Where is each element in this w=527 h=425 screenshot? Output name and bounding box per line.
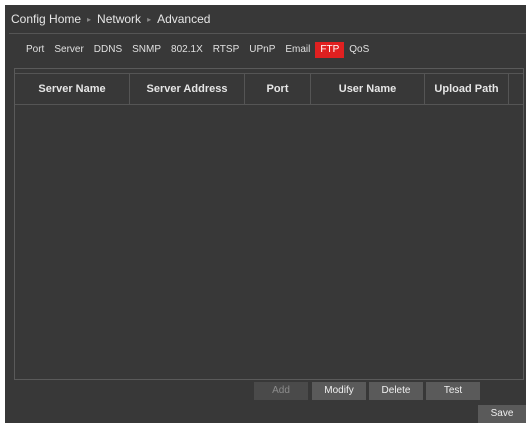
- tab-ftp[interactable]: FTP: [315, 42, 345, 58]
- tab-rtsp[interactable]: RTSP: [208, 42, 245, 58]
- column-header-port[interactable]: Port: [245, 74, 311, 104]
- breadcrumb-separator-icon: ▸: [147, 14, 152, 24]
- column-header-upload-path[interactable]: Upload Path: [425, 74, 509, 104]
- tab-8021x[interactable]: 802.1X: [166, 42, 208, 58]
- table-header: Server Name Server Address Port User Nam…: [15, 73, 523, 105]
- breadcrumb-separator-icon: ▸: [87, 14, 92, 24]
- ftp-server-table: Server Name Server Address Port User Nam…: [14, 68, 524, 380]
- delete-button[interactable]: Delete: [369, 382, 423, 400]
- breadcrumb: Config Home ▸ Network ▸ Advanced: [11, 11, 210, 27]
- tab-server[interactable]: Server: [49, 42, 88, 58]
- column-header-server-address[interactable]: Server Address: [130, 74, 245, 104]
- breadcrumb-advanced: Advanced: [157, 12, 211, 26]
- tab-qos[interactable]: QoS: [344, 42, 374, 58]
- table-body[interactable]: [15, 105, 523, 379]
- tab-port[interactable]: Port: [21, 42, 49, 58]
- header-divider: [9, 33, 526, 34]
- breadcrumb-config-home[interactable]: Config Home: [11, 12, 81, 26]
- tab-upnp[interactable]: UPnP: [244, 42, 280, 58]
- column-header-server-name[interactable]: Server Name: [15, 74, 130, 104]
- modify-button[interactable]: Modify: [312, 382, 366, 400]
- save-button[interactable]: Save: [478, 405, 526, 423]
- config-window: Config Home ▸ Network ▸ Advanced Port Se…: [5, 5, 526, 423]
- tab-bar: Port Server DDNS SNMP 802.1X RTSP UPnP E…: [21, 42, 374, 58]
- tab-email[interactable]: Email: [280, 42, 315, 58]
- add-button[interactable]: Add: [254, 382, 308, 400]
- column-header-user-name[interactable]: User Name: [311, 74, 425, 104]
- test-button[interactable]: Test: [426, 382, 480, 400]
- tab-ddns[interactable]: DDNS: [89, 42, 127, 58]
- tab-snmp[interactable]: SNMP: [127, 42, 166, 58]
- breadcrumb-network[interactable]: Network: [97, 12, 141, 26]
